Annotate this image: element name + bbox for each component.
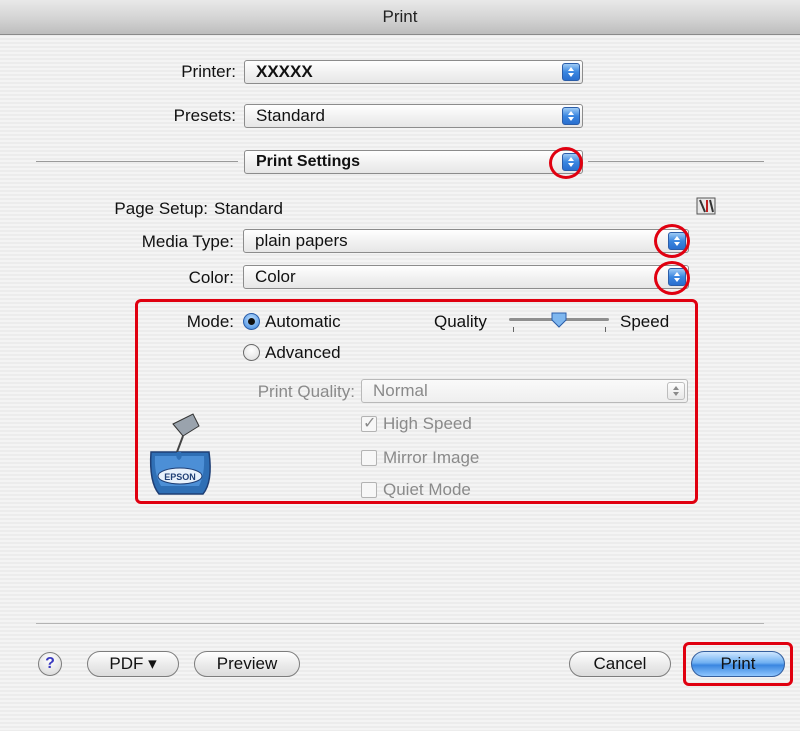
print-quality-value: Normal xyxy=(373,381,428,400)
quiet-mode-checkbox[interactable] xyxy=(361,482,377,498)
bottom-separator xyxy=(36,623,764,624)
color-popup[interactable]: Color xyxy=(243,265,689,289)
color-value: Color xyxy=(255,267,296,286)
printer-label: Printer: xyxy=(181,62,236,81)
panel-popup[interactable]: Print Settings xyxy=(244,150,583,174)
media-type-label: Media Type: xyxy=(141,232,234,251)
automatic-radio[interactable] xyxy=(243,313,260,330)
presets-label: Presets: xyxy=(173,106,236,125)
presets-popup-arrows-icon xyxy=(562,107,580,125)
high-speed-checkbox[interactable]: ✓ xyxy=(361,415,377,432)
page-setup-value: Standard xyxy=(214,199,283,218)
highlight-print-button xyxy=(683,642,793,686)
utility-tools-icon[interactable] xyxy=(696,196,716,216)
presets-value: Standard xyxy=(256,106,325,125)
panel-value: Print Settings xyxy=(256,153,361,170)
slider-thumb[interactable] xyxy=(550,311,568,329)
speed-label: Speed xyxy=(620,312,670,331)
epson-printer-icon: EPSON xyxy=(149,413,211,495)
advanced-radio[interactable] xyxy=(243,344,260,361)
highlight-panel-arrows xyxy=(549,147,583,179)
advanced-label[interactable]: Advanced xyxy=(265,343,341,363)
page-setup-label: Page Setup: xyxy=(114,199,208,218)
print-quality-label: Print Quality: xyxy=(257,382,355,401)
media-type-popup[interactable]: plain papers xyxy=(243,229,689,253)
window-title: Print xyxy=(382,7,418,26)
color-label: Color: xyxy=(188,268,234,287)
separator-left xyxy=(36,161,238,162)
pdf-button[interactable]: PDF ▾ xyxy=(87,651,179,677)
quiet-mode-label[interactable]: Quiet Mode xyxy=(383,480,471,500)
epson-logo-text: EPSON xyxy=(164,472,196,482)
printer-popup-arrows-icon xyxy=(562,63,580,81)
printer-popup[interactable]: XXXXX xyxy=(244,60,583,84)
high-speed-label[interactable]: High Speed xyxy=(383,414,472,434)
quality-speed-slider[interactable] xyxy=(505,309,613,335)
printer-value: XXXXX xyxy=(256,62,313,81)
highlight-color-arrows xyxy=(654,261,690,295)
separator-right xyxy=(588,161,764,162)
highlight-media-arrows xyxy=(654,224,690,258)
mirror-image-checkbox[interactable] xyxy=(361,450,377,466)
help-button[interactable]: ? xyxy=(38,652,62,676)
mirror-image-label[interactable]: Mirror Image xyxy=(383,448,479,468)
media-type-value: plain papers xyxy=(255,231,348,250)
print-quality-arrows-icon xyxy=(667,382,685,400)
preview-button[interactable]: Preview xyxy=(194,651,300,677)
mode-label: Mode: xyxy=(186,312,234,331)
checkmark-icon: ✓ xyxy=(363,415,377,432)
print-quality-popup[interactable]: Normal xyxy=(361,379,688,403)
automatic-label[interactable]: Automatic xyxy=(265,312,341,332)
slider-tick-quality xyxy=(513,327,514,332)
presets-popup[interactable]: Standard xyxy=(244,104,583,128)
quality-label: Quality xyxy=(434,312,487,331)
title-bar: Print xyxy=(0,0,800,35)
cancel-button[interactable]: Cancel xyxy=(569,651,671,677)
slider-tick-speed xyxy=(605,327,606,332)
